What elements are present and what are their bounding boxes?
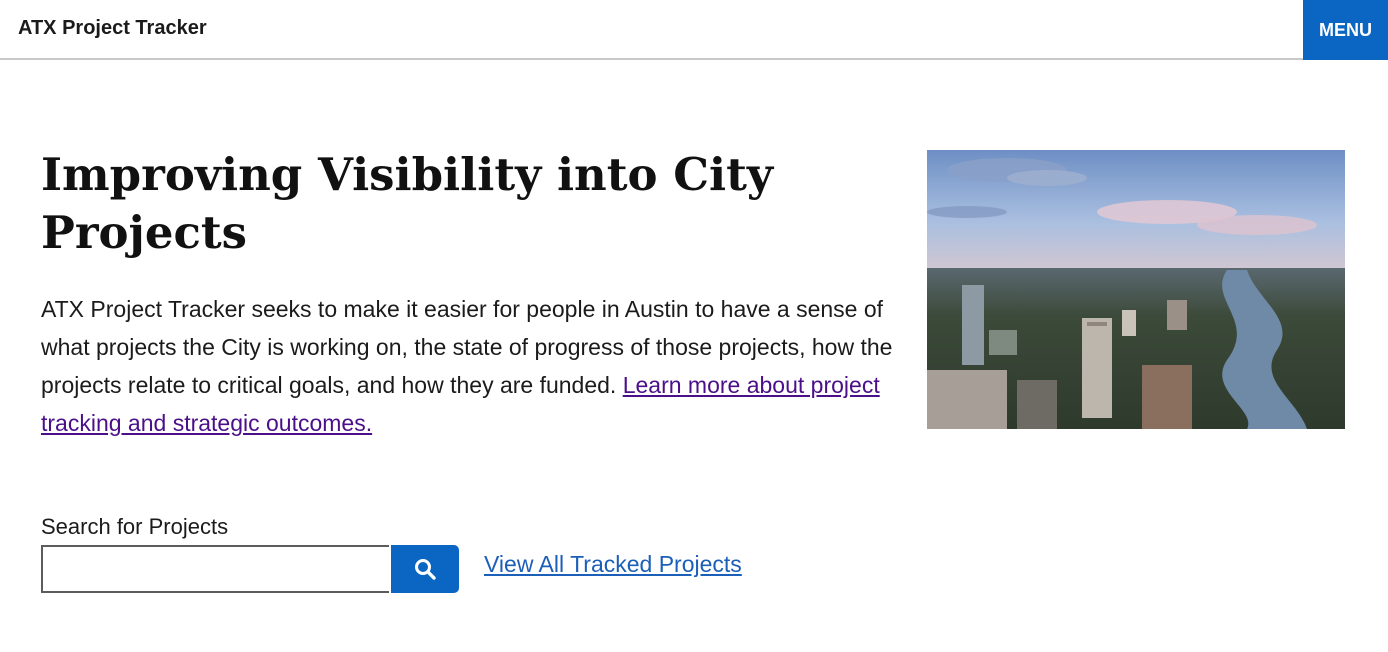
- search-icon: [415, 559, 436, 580]
- austin-skyline-photo: [927, 150, 1345, 429]
- page-title: Improving Visibility into City Projects: [41, 148, 774, 259]
- site-title-link[interactable]: ATX Project Tracker: [18, 17, 207, 40]
- hero-image: [927, 150, 1345, 429]
- search-input[interactable]: [41, 545, 389, 593]
- search-label: Search for Projects: [41, 514, 229, 539]
- menu-button[interactable]: MENU: [1303, 0, 1388, 60]
- intro-paragraph: ATX Project Tracker seeks to make it eas…: [41, 290, 911, 442]
- search-button[interactable]: [391, 545, 459, 593]
- site-header: ATX Project Tracker MENU: [0, 0, 1388, 60]
- view-all-projects-link[interactable]: View All Tracked Projects: [484, 551, 742, 578]
